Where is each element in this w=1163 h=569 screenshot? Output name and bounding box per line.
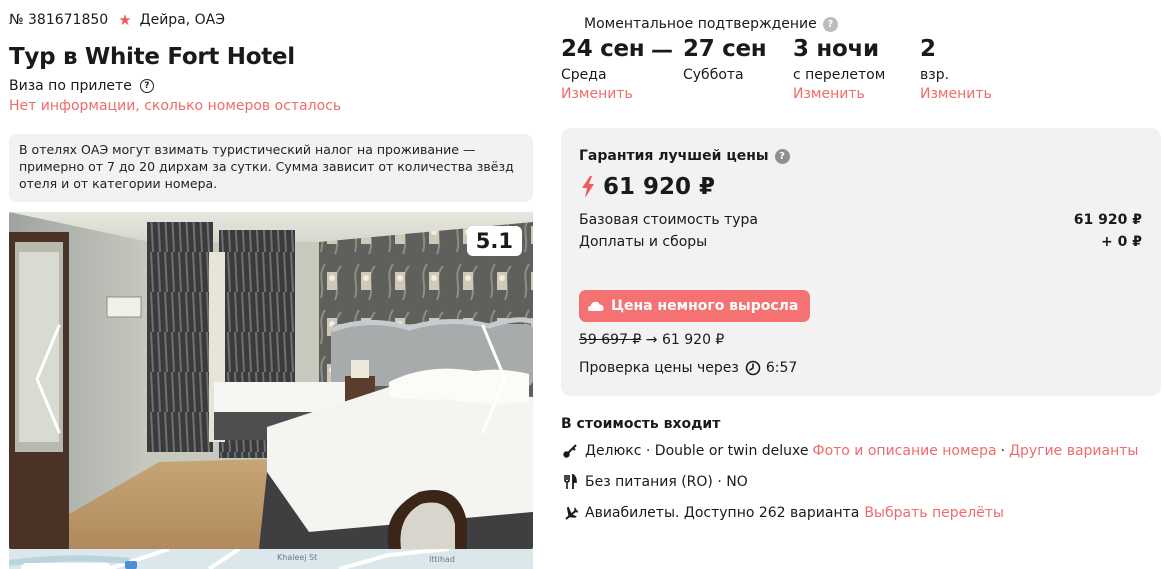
chevron-right-icon: [481, 324, 507, 434]
total-price: 61 920 ₽: [581, 174, 715, 200]
end-date: 27 сен: [683, 36, 767, 62]
base-price-value: 61 920 ₽: [1073, 212, 1142, 228]
room-separator: ·: [1000, 443, 1006, 459]
cutlery-icon: [561, 473, 579, 491]
base-price-label: Базовая стоимость тура: [579, 212, 758, 228]
included-title: В стоимость входит: [561, 416, 721, 432]
visa-label: Виза по прилете: [9, 78, 132, 94]
nights-note: с перелетом: [793, 67, 886, 83]
tour-number: № 381671850: [9, 12, 109, 28]
new-price: 61 920 ₽: [661, 332, 725, 348]
help-icon[interactable]: ?: [139, 79, 154, 93]
star-icon: ★: [118, 11, 132, 29]
included-room: Делюкс · Double or twin deluxe Фото и оп…: [561, 442, 1138, 460]
included-flights: Авиабилеты. Доступно 262 варианта Выбрат…: [561, 504, 1004, 522]
meal-plan: Без питания (RO) · NO: [585, 474, 748, 490]
page-title: Тур в White Fort Hotel: [9, 44, 295, 70]
start-date-block: 24 сен Среда Изменить: [561, 36, 645, 102]
clock-icon: [745, 360, 761, 376]
rating-badge: 5.1: [466, 226, 522, 256]
gallery-next-button[interactable]: [479, 324, 509, 434]
guarantee-label: Гарантия лучшей цены: [579, 148, 769, 164]
price-check-label: Проверка цены через: [579, 360, 739, 376]
lightning-icon: [582, 176, 594, 198]
tour-location: Дейра, ОАЭ: [139, 12, 226, 28]
price-change: 59 697 ₽ → 61 920 ₽: [579, 332, 724, 348]
chevron-left-icon: [35, 324, 61, 434]
tax-notice: В отелях ОАЭ могут взимать туристический…: [9, 134, 533, 202]
fees-row: Доплаты и сборы + 0 ₽: [579, 234, 1142, 250]
confirm-label: Моментальное подтверждение: [584, 16, 817, 32]
end-day: Суббота: [683, 67, 744, 83]
change-dates-link[interactable]: Изменить: [561, 86, 644, 102]
gallery-prev-button[interactable]: [33, 324, 63, 434]
other-rooms-link[interactable]: Другие варианты: [1009, 443, 1138, 459]
choose-flights-link[interactable]: Выбрать перелёты: [864, 505, 1004, 521]
cloud-icon: [588, 301, 604, 311]
help-icon[interactable]: ?: [774, 148, 790, 164]
fees-label: Доплаты и сборы: [579, 234, 708, 250]
fees-value: + 0 ₽: [1101, 234, 1142, 250]
price-check-timer: Проверка цены через 6:57: [579, 360, 797, 376]
airplane-icon: [561, 504, 579, 522]
room-photos-link[interactable]: Фото и описание номера: [813, 443, 997, 459]
base-price-row: Базовая стоимость тура 61 920 ₽: [579, 212, 1142, 228]
end-date-block: 27 сен Суббота: [683, 36, 767, 83]
start-day: Среда: [561, 67, 607, 83]
price-rose-label: Цена немного выросла: [611, 298, 799, 314]
date-separator: —: [651, 38, 673, 63]
photo-gallery[interactable]: 5.1: [9, 212, 533, 549]
map-road-label: Khaleej St: [277, 553, 318, 562]
guests-count: 2: [920, 36, 936, 62]
visa-info: Виза по прилете ?: [9, 78, 154, 94]
map-preview[interactable]: Khaleej St Ittihad: [9, 549, 533, 569]
nights-block: 3 ночи с перелетом Изменить: [793, 36, 885, 102]
old-price: 59 697 ₽: [579, 332, 642, 348]
total-price-value: 61 920 ₽: [603, 174, 716, 200]
start-date: 24 сен: [561, 36, 645, 62]
change-nights-link[interactable]: Изменить: [793, 86, 885, 102]
rooms-availability: Нет информации, сколько номеров осталось: [9, 98, 342, 114]
map-road-label: Ittihad: [429, 555, 455, 564]
price-arrow: →: [645, 332, 658, 348]
included-meal: Без питания (RO) · NO: [561, 473, 748, 491]
hotel-room-photo: [9, 212, 533, 549]
best-price-guarantee: Гарантия лучшей цены ?: [579, 148, 790, 164]
change-guests-link[interactable]: Изменить: [920, 86, 992, 102]
price-check-time: 6:57: [765, 360, 798, 376]
nights-count: 3 ночи: [793, 36, 879, 62]
key-icon: [561, 442, 579, 460]
price-card: Гарантия лучшей цены ? 61 920 ₽ Базовая …: [561, 128, 1161, 396]
room-type: Делюкс · Double or twin deluxe: [585, 443, 809, 459]
price-rose-badge: Цена немного выросла: [579, 290, 811, 322]
help-icon[interactable]: ?: [822, 16, 838, 32]
instant-confirmation: Моментальное подтверждение ?: [584, 16, 838, 32]
guests-block: 2 взр. Изменить: [920, 36, 992, 102]
flights-info: Авиабилеты. Доступно 262 варианта: [585, 505, 860, 521]
guests-note: взр.: [920, 67, 950, 83]
tour-meta: № 381671850 ★ Дейра, ОАЭ: [9, 11, 225, 29]
